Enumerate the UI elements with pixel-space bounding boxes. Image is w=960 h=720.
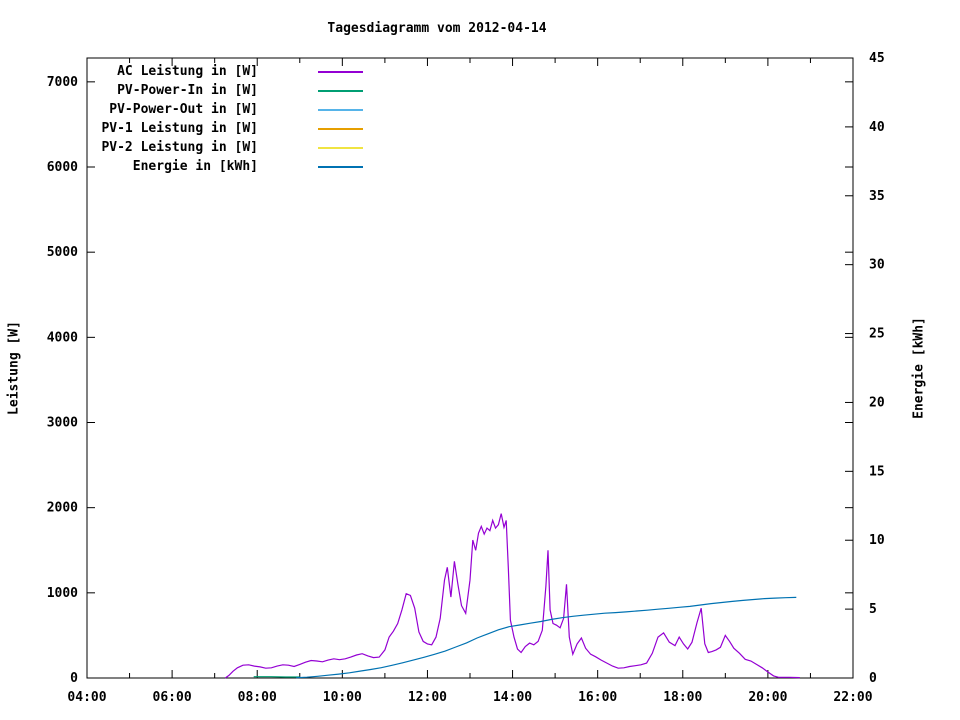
legend-item-4: PV-2 Leistung in [W] xyxy=(90,138,363,157)
x-tick-label: 06:00 xyxy=(153,690,192,705)
series-line-5 xyxy=(296,596,797,679)
series-line-0 xyxy=(224,513,800,679)
y-left-tick-label: 0 xyxy=(70,671,78,686)
y-right-tick-label: 25 xyxy=(869,327,885,342)
y-left-tick-label: 1000 xyxy=(47,586,78,601)
y-right-tick-label: 20 xyxy=(869,395,885,410)
legend-label: AC Leistung in [W] xyxy=(117,64,258,79)
y-left-tick-label: 3000 xyxy=(47,416,78,431)
legend-line-sample xyxy=(318,165,363,168)
y-right-tick-label: 15 xyxy=(869,464,885,479)
legend-item-5: Energie in [kWh] xyxy=(90,157,363,176)
y-left-tick-label: 7000 xyxy=(47,75,78,90)
x-tick-label: 20:00 xyxy=(748,690,787,705)
legend-item-1: PV-Power-In in [W] xyxy=(90,81,363,100)
y-right-tick-label: 40 xyxy=(869,120,885,135)
legend-item-3: PV-1 Leistung in [W] xyxy=(90,119,363,138)
x-tick-label: 16:00 xyxy=(578,690,617,705)
legend-line-sample xyxy=(318,89,363,92)
legend-line-sample xyxy=(318,146,363,149)
y-left-tick-label: 4000 xyxy=(47,330,78,345)
x-tick-label: 18:00 xyxy=(663,690,702,705)
legend-label: Energie in [kWh] xyxy=(132,159,258,174)
y-right-tick-label: 30 xyxy=(869,258,885,273)
x-tick-label: 08:00 xyxy=(238,690,277,705)
y-left-tick-label: 5000 xyxy=(47,245,78,260)
y-right-tick-label: 45 xyxy=(869,51,885,66)
legend-line-sample xyxy=(318,127,363,130)
y-left-tick-label: 6000 xyxy=(47,160,78,175)
y-left-tick-label: 2000 xyxy=(47,501,78,516)
legend-label: PV-Power-In in [W] xyxy=(117,83,258,98)
legend-label: PV-Power-Out in [W] xyxy=(109,102,258,117)
x-tick-label: 22:00 xyxy=(833,690,872,705)
legend-label: PV-2 Leistung in [W] xyxy=(101,140,258,155)
legend-line-sample xyxy=(318,70,363,73)
x-tick-label: 10:00 xyxy=(323,690,362,705)
x-tick-label: 04:00 xyxy=(67,690,106,705)
x-tick-label: 12:00 xyxy=(408,690,447,705)
x-tick-label: 14:00 xyxy=(493,690,532,705)
y-right-tick-label: 0 xyxy=(869,671,877,686)
legend-line-sample xyxy=(318,108,363,111)
y-right-tick-label: 10 xyxy=(869,533,885,548)
legend-item-2: PV-Power-Out in [W] xyxy=(90,100,363,119)
legend-item-0: AC Leistung in [W] xyxy=(90,62,363,81)
legend-label: PV-1 Leistung in [W] xyxy=(101,121,258,136)
y-right-tick-label: 35 xyxy=(869,189,885,204)
y-right-tick-label: 5 xyxy=(869,602,877,617)
legend: AC Leistung in [W] PV-Power-In in [W] PV-P… xyxy=(90,62,363,176)
